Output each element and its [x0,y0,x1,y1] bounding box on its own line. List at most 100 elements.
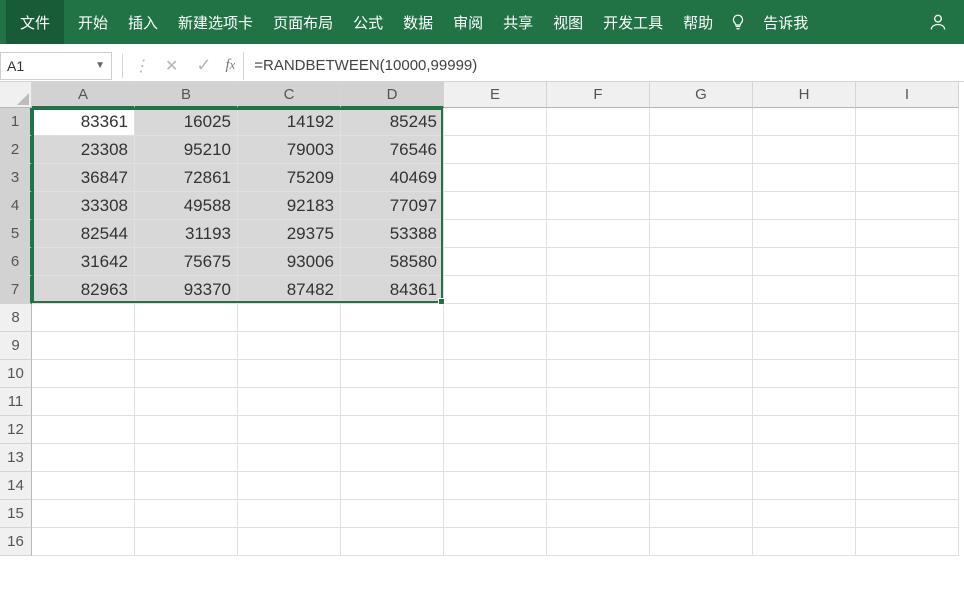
row-header[interactable]: 6 [0,248,32,276]
row-header[interactable]: 11 [0,388,32,416]
cell[interactable] [32,416,135,444]
column-header[interactable]: I [856,82,959,108]
tab-newtab[interactable]: 新建选项卡 [168,0,263,44]
cell[interactable]: 79003 [238,136,341,164]
cell[interactable] [444,220,547,248]
cell[interactable] [135,472,238,500]
column-header[interactable]: B [135,82,238,108]
cell[interactable] [547,528,650,556]
column-header[interactable]: F [547,82,650,108]
cell[interactable] [135,416,238,444]
cell[interactable] [753,472,856,500]
cell[interactable] [238,304,341,332]
cell[interactable]: 40469 [341,164,444,192]
cell[interactable] [32,472,135,500]
cell[interactable] [856,416,959,444]
cell[interactable] [547,416,650,444]
cell[interactable] [135,304,238,332]
tab-view[interactable]: 视图 [543,0,593,44]
cell[interactable] [856,332,959,360]
row-header[interactable]: 7 [0,276,32,304]
cell[interactable] [856,164,959,192]
cell[interactable] [753,164,856,192]
tab-home[interactable]: 开始 [68,0,118,44]
cell[interactable] [341,444,444,472]
cell[interactable]: 85245 [341,108,444,136]
cell[interactable]: 29375 [238,220,341,248]
cell[interactable] [444,388,547,416]
cell[interactable] [650,388,753,416]
cell[interactable] [856,136,959,164]
cell[interactable]: 82544 [32,220,135,248]
cell[interactable] [32,528,135,556]
cell[interactable] [547,276,650,304]
cell[interactable] [753,136,856,164]
column-header[interactable]: C [238,82,341,108]
cell[interactable] [135,360,238,388]
cell[interactable] [547,388,650,416]
cell[interactable] [444,276,547,304]
cell[interactable]: 77097 [341,192,444,220]
cell[interactable]: 31642 [32,248,135,276]
cell[interactable] [238,444,341,472]
column-header[interactable]: E [444,82,547,108]
column-header[interactable]: G [650,82,753,108]
cell[interactable] [650,472,753,500]
row-header[interactable]: 14 [0,472,32,500]
tab-share[interactable]: 共享 [493,0,543,44]
cell[interactable] [32,444,135,472]
cell[interactable] [238,472,341,500]
formula-input[interactable] [244,52,964,80]
cell[interactable] [753,388,856,416]
cell[interactable] [856,276,959,304]
cell[interactable] [547,220,650,248]
cell[interactable] [444,528,547,556]
cell[interactable] [32,360,135,388]
cell[interactable]: 23308 [32,136,135,164]
cell[interactable] [856,192,959,220]
cell[interactable] [856,220,959,248]
cell[interactable]: 33308 [32,192,135,220]
cell[interactable] [444,248,547,276]
cell[interactable] [547,444,650,472]
cells-area[interactable]: 8336116025141928524523308952107900376546… [32,108,959,556]
cell[interactable] [753,528,856,556]
cell[interactable]: 87482 [238,276,341,304]
cell[interactable] [444,360,547,388]
tab-file[interactable]: 文件 [6,0,64,44]
cell[interactable] [753,276,856,304]
enter-icon[interactable]: ✓ [196,55,211,76]
tell-me[interactable]: 告诉我 [753,0,818,44]
cell[interactable] [650,136,753,164]
tab-page-layout[interactable]: 页面布局 [263,0,343,44]
cell[interactable] [753,500,856,528]
cell[interactable]: 93370 [135,276,238,304]
cell[interactable] [444,304,547,332]
cell[interactable] [547,360,650,388]
cell[interactable] [547,164,650,192]
spreadsheet-grid[interactable]: ABCDEFGHI 12345678910111213141516 833611… [0,82,964,590]
cell[interactable] [341,388,444,416]
cell[interactable]: 93006 [238,248,341,276]
cell[interactable] [753,220,856,248]
row-header[interactable]: 3 [0,164,32,192]
cell[interactable] [135,444,238,472]
cell[interactable]: 58580 [341,248,444,276]
cell[interactable]: 72861 [135,164,238,192]
more-icon[interactable]: ⋮ [133,56,147,76]
cell[interactable] [547,332,650,360]
cell[interactable]: 76546 [341,136,444,164]
cell[interactable] [650,332,753,360]
cell[interactable] [856,472,959,500]
cell[interactable]: 16025 [135,108,238,136]
cell[interactable] [444,192,547,220]
select-all-corner[interactable] [0,82,32,108]
cell[interactable]: 84361 [341,276,444,304]
cell[interactable] [32,332,135,360]
cell[interactable] [341,416,444,444]
cell[interactable] [32,388,135,416]
cell[interactable] [238,388,341,416]
cell[interactable]: 31193 [135,220,238,248]
cell[interactable] [650,360,753,388]
cell[interactable] [856,528,959,556]
